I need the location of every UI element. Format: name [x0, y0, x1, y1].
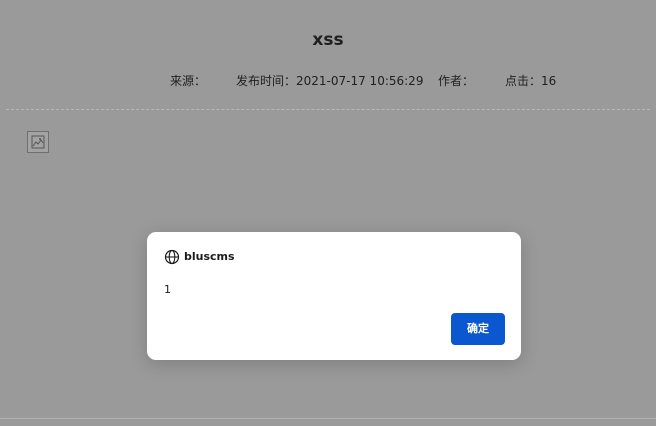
alert-dialog: bluscms 1 确定 [147, 232, 521, 360]
dialog-message: 1 [164, 283, 171, 296]
publish-time-label: 发布时间：2021-07-17 10:56:29 [236, 74, 424, 88]
dialog-title: bluscms [184, 250, 235, 263]
article-meta: 来源： 发布时间：2021-07-17 10:56:29 作者： 点击：16 [0, 72, 656, 90]
footer-divider [0, 418, 656, 419]
broken-image-icon [27, 131, 49, 153]
meta-divider [6, 109, 650, 110]
article-title: xss [312, 30, 344, 50]
ok-button[interactable]: 确定 [451, 313, 505, 345]
globe-icon [164, 249, 180, 265]
source-label: 来源： [170, 74, 207, 88]
clicks-label: 点击：16 [505, 74, 557, 88]
author-label: 作者： [438, 74, 475, 88]
